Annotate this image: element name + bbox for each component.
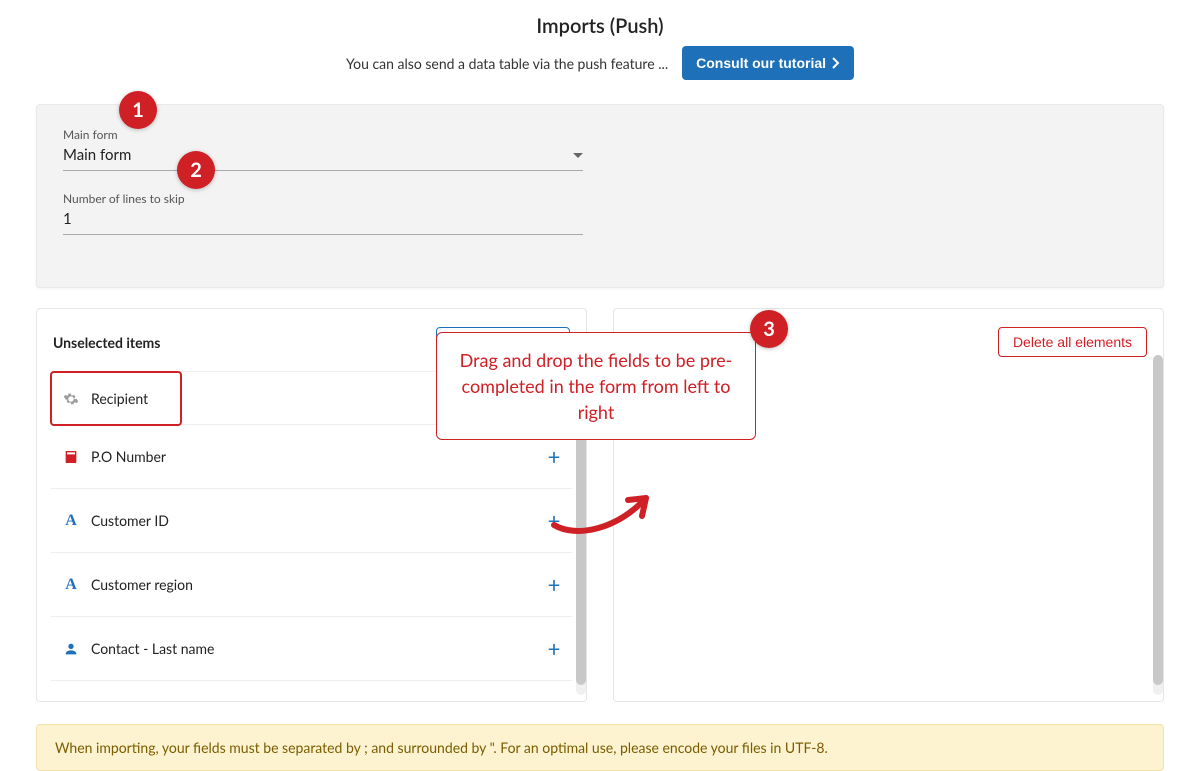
scrollbar[interactable] bbox=[1153, 355, 1163, 695]
main-form-field: Main form Main form bbox=[63, 127, 583, 171]
list-item-label: Customer region bbox=[85, 576, 542, 593]
text-a-icon: A bbox=[57, 576, 85, 594]
calculator-icon bbox=[57, 449, 85, 465]
lines-skip-input[interactable]: 1 bbox=[63, 206, 583, 235]
list-item-label: Contact - Last name bbox=[85, 640, 542, 657]
consult-tutorial-label: Consult our tutorial bbox=[696, 55, 826, 71]
callout-badge-2: 2 bbox=[177, 151, 215, 189]
callout-arrow-icon bbox=[546, 480, 666, 540]
page-header: Imports (Push) You can also send a data … bbox=[0, 0, 1200, 80]
add-item-plus-icon[interactable]: + bbox=[542, 635, 566, 662]
main-form-value: Main form bbox=[63, 146, 131, 164]
add-item-plus-icon[interactable]: + bbox=[542, 571, 566, 598]
scrollbar-thumb[interactable] bbox=[1153, 355, 1163, 685]
import-warning: When importing, your fields must be sepa… bbox=[36, 724, 1164, 771]
list-item[interactable]: A Customer ID + bbox=[51, 489, 572, 553]
unselected-title: Unselected items bbox=[53, 334, 160, 351]
consult-tutorial-button[interactable]: Consult our tutorial bbox=[682, 46, 854, 80]
list-item[interactable]: Contact - Last name + bbox=[51, 617, 572, 681]
add-item-plus-icon[interactable]: + bbox=[542, 443, 566, 470]
text-a-icon: A bbox=[57, 512, 85, 530]
settings-panel: Main form Main form Number of lines to s… bbox=[36, 104, 1164, 288]
callout-badge-3: 3 bbox=[750, 310, 788, 348]
page-title: Imports (Push) bbox=[0, 14, 1200, 38]
list-item-label: Recipient bbox=[85, 390, 175, 407]
lines-skip-field: Number of lines to skip 1 bbox=[63, 191, 583, 235]
page-subtitle: You can also send a data table via the p… bbox=[346, 55, 668, 72]
chevron-right-icon bbox=[832, 57, 840, 69]
user-icon bbox=[57, 641, 85, 657]
list-item[interactable]: Recipient bbox=[51, 372, 181, 425]
list-item-label: P.O Number bbox=[85, 448, 542, 465]
main-form-label: Main form bbox=[63, 127, 583, 142]
callout-badge-1: 1 bbox=[119, 91, 157, 129]
header-row: You can also send a data table via the p… bbox=[0, 46, 1200, 80]
gear-icon bbox=[57, 391, 85, 407]
delete-all-button[interactable]: Delete all elements bbox=[998, 327, 1147, 357]
main-form-select[interactable]: Main form bbox=[63, 142, 583, 171]
lines-skip-label: Number of lines to skip bbox=[63, 191, 583, 206]
lines-skip-value: 1 bbox=[63, 210, 72, 228]
list-item[interactable]: A Customer region + bbox=[51, 553, 572, 617]
chevron-down-icon bbox=[573, 153, 583, 158]
callout-instruction: Drag and drop the fields to be pre-compl… bbox=[436, 332, 756, 440]
list-item-label: Customer ID bbox=[85, 512, 542, 529]
